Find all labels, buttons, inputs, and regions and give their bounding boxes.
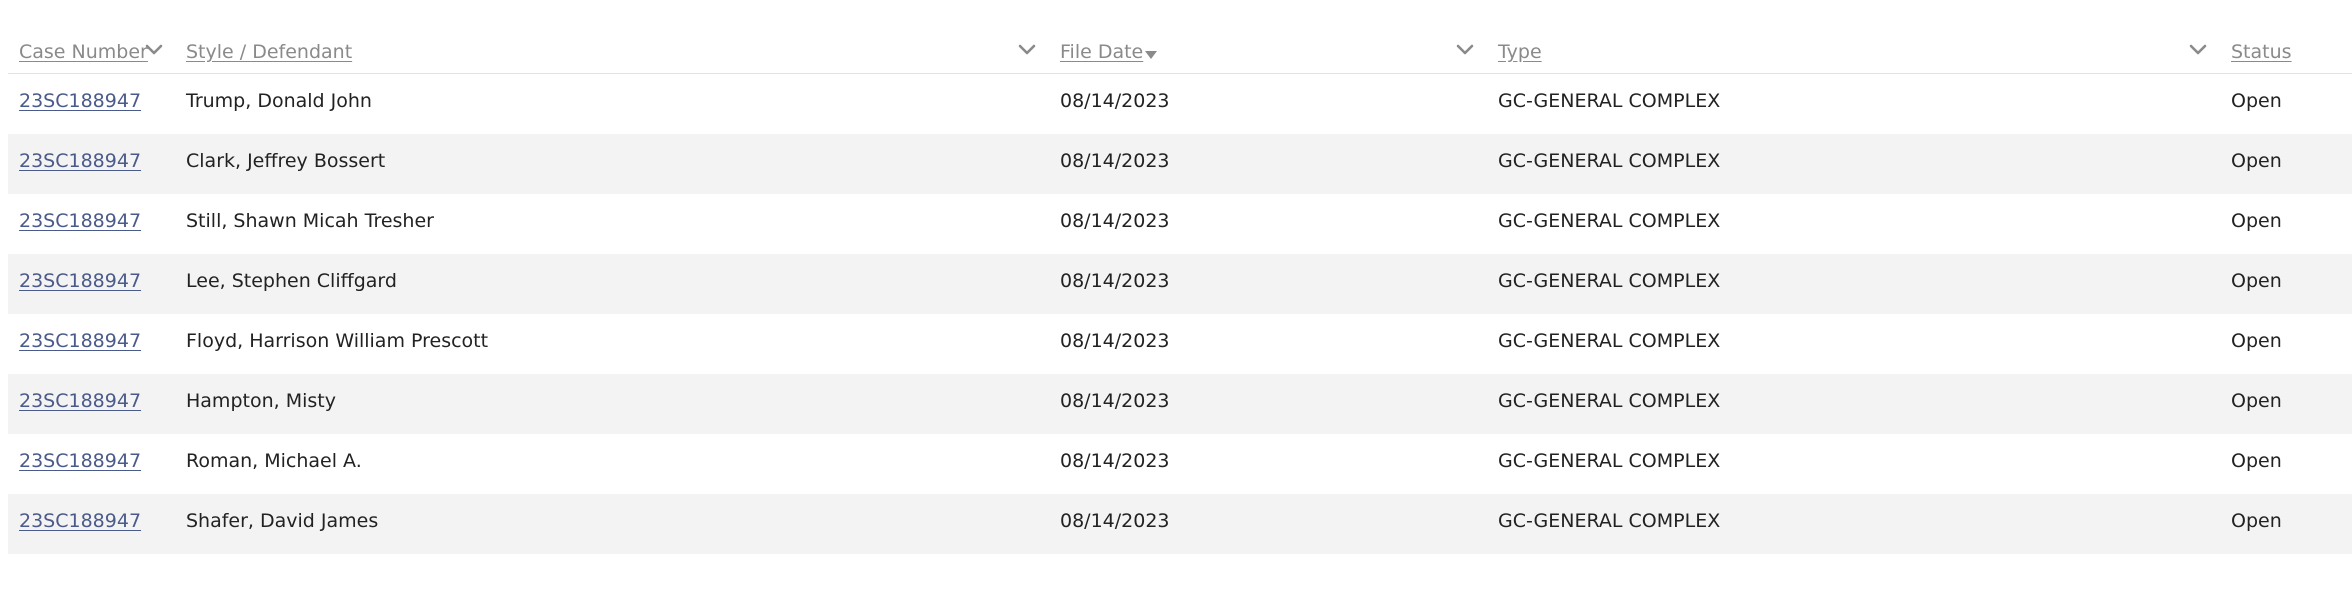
- sort-descending-icon[interactable]: [1145, 41, 1158, 69]
- chevron-down-icon[interactable]: [2188, 40, 2208, 60]
- status-cell: Open: [2231, 510, 2282, 532]
- type-cell: GC-GENERAL COMPLEX: [1498, 270, 1721, 292]
- chevron-down-icon[interactable]: [144, 40, 164, 60]
- column-header-label[interactable]: Style / Defendant: [186, 41, 352, 63]
- type-cell: GC-GENERAL COMPLEX: [1498, 450, 1721, 472]
- column-header-file-date[interactable]: File Date: [1060, 38, 1158, 69]
- table-row: 23SC188947 Floyd, Harrison William Presc…: [8, 314, 2352, 374]
- column-header-label[interactable]: Status: [2231, 41, 2292, 63]
- case-number-link[interactable]: 23SC188947: [19, 268, 141, 294]
- column-header-type[interactable]: Type: [1498, 38, 1542, 66]
- defendant-cell: Lee, Stephen Cliffgard: [186, 270, 397, 292]
- case-results-table: Case Number Style / Defendant File Date …: [8, 30, 2352, 554]
- type-cell: GC-GENERAL COMPLEX: [1498, 510, 1721, 532]
- defendant-cell: Trump, Donald John: [186, 90, 372, 112]
- column-header-case-number[interactable]: Case Number: [19, 38, 148, 66]
- case-number-link[interactable]: 23SC188947: [19, 508, 141, 534]
- column-header-status[interactable]: Status: [2231, 38, 2292, 66]
- column-header-label[interactable]: Type: [1498, 41, 1542, 63]
- status-cell: Open: [2231, 270, 2282, 292]
- type-cell: GC-GENERAL COMPLEX: [1498, 150, 1721, 172]
- case-number-link[interactable]: 23SC188947: [19, 208, 141, 234]
- status-cell: Open: [2231, 330, 2282, 352]
- defendant-cell: Floyd, Harrison William Prescott: [186, 330, 489, 352]
- defendant-cell: Still, Shawn Micah Tresher: [186, 210, 434, 232]
- table-row: 23SC188947 Roman, Michael A. 08/14/2023 …: [8, 434, 2352, 494]
- column-header-defendant[interactable]: Style / Defendant: [186, 38, 352, 66]
- type-cell: GC-GENERAL COMPLEX: [1498, 210, 1721, 232]
- defendant-cell: Roman, Michael A.: [186, 450, 362, 472]
- table-header: Case Number Style / Defendant File Date …: [8, 30, 2352, 74]
- file-date-cell: 08/14/2023: [1060, 450, 1170, 472]
- status-cell: Open: [2231, 210, 2282, 232]
- file-date-cell: 08/14/2023: [1060, 390, 1170, 412]
- column-header-label[interactable]: Case Number: [19, 41, 148, 63]
- table-row: 23SC188947 Trump, Donald John 08/14/2023…: [8, 74, 2352, 134]
- table-row: 23SC188947 Hampton, Misty 08/14/2023 GC-…: [8, 374, 2352, 434]
- table-row: 23SC188947 Clark, Jeffrey Bossert 08/14/…: [8, 134, 2352, 194]
- table-row: 23SC188947 Shafer, David James 08/14/202…: [8, 494, 2352, 554]
- file-date-cell: 08/14/2023: [1060, 150, 1170, 172]
- status-cell: Open: [2231, 150, 2282, 172]
- status-cell: Open: [2231, 90, 2282, 112]
- column-header-label[interactable]: File Date: [1060, 41, 1143, 63]
- case-number-link[interactable]: 23SC188947: [19, 148, 141, 174]
- type-cell: GC-GENERAL COMPLEX: [1498, 330, 1721, 352]
- status-cell: Open: [2231, 450, 2282, 472]
- file-date-cell: 08/14/2023: [1060, 210, 1170, 232]
- status-cell: Open: [2231, 390, 2282, 412]
- defendant-cell: Shafer, David James: [186, 510, 379, 532]
- chevron-down-icon[interactable]: [1455, 40, 1475, 60]
- case-number-link[interactable]: 23SC188947: [19, 448, 141, 474]
- file-date-cell: 08/14/2023: [1060, 510, 1170, 532]
- case-number-link[interactable]: 23SC188947: [19, 328, 141, 354]
- type-cell: GC-GENERAL COMPLEX: [1498, 90, 1721, 112]
- table-row: 23SC188947 Still, Shawn Micah Tresher 08…: [8, 194, 2352, 254]
- case-number-link[interactable]: 23SC188947: [19, 388, 141, 414]
- chevron-down-icon[interactable]: [1017, 40, 1037, 60]
- type-cell: GC-GENERAL COMPLEX: [1498, 390, 1721, 412]
- case-number-link[interactable]: 23SC188947: [19, 88, 141, 114]
- file-date-cell: 08/14/2023: [1060, 270, 1170, 292]
- table-row: 23SC188947 Lee, Stephen Cliffgard 08/14/…: [8, 254, 2352, 314]
- defendant-cell: Hampton, Misty: [186, 390, 336, 412]
- file-date-cell: 08/14/2023: [1060, 330, 1170, 352]
- file-date-cell: 08/14/2023: [1060, 90, 1170, 112]
- defendant-cell: Clark, Jeffrey Bossert: [186, 150, 386, 172]
